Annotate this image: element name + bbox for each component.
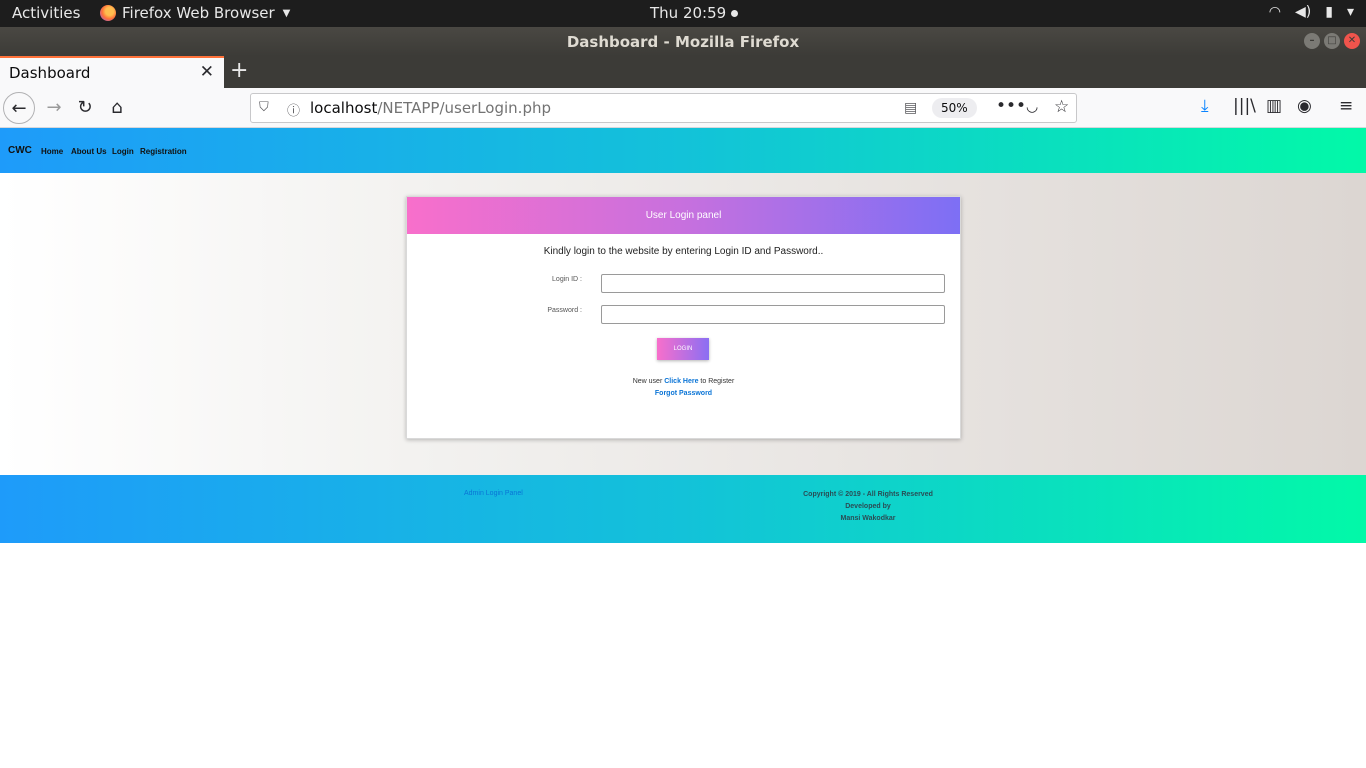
minimize-button[interactable]: – [1304,33,1320,49]
nav-link-login[interactable]: Login [112,147,134,156]
activities-button[interactable]: Activities [12,4,80,22]
page-actions-icon[interactable]: ••• [996,96,1026,116]
back-button[interactable]: ← [3,92,35,124]
navigation-toolbar: ← → ↻ ⌂ ⛉ ⓘ localhost/NETAPP/userLogin.p… [0,88,1366,128]
developer-name: Mansi Wakodkar [840,515,896,522]
window-title-bar: Dashboard - Mozilla Firefox – □ ✕ [0,27,1366,56]
bookmark-star-icon[interactable]: ☆ [1054,97,1069,117]
register-suffix: to Register [698,378,735,385]
wifi-icon: ◠ [1268,4,1282,20]
close-tab-icon[interactable]: ✕ [200,62,214,82]
web-page: CWC Home About Us Login Registration Use… [0,128,1366,768]
new-tab-button[interactable]: + [230,58,248,83]
pocket-icon[interactable]: ◡ [1026,99,1038,115]
account-icon[interactable]: ◉ [1297,96,1312,116]
site-info-icon[interactable]: ⓘ [287,100,300,119]
register-prompt: New user Click Here to Register [407,378,960,385]
admin-login-link[interactable]: Admin Login Panel [464,490,523,497]
chevron-down-icon: ▾ [1346,4,1354,20]
tab-strip: Dashboard ✕ + [0,56,1366,88]
login-id-label: Login ID : [552,276,582,283]
reader-view-icon[interactable]: ▤ [904,100,917,116]
app-menu-label: Firefox Web Browser [122,4,275,22]
forward-button[interactable]: → [38,92,70,124]
footer-credits: Copyright © 2019 - All Rights Reserved D… [768,489,968,525]
system-tray[interactable]: ◠ ◀) ▮ ▾ [1269,4,1354,20]
close-window-button[interactable]: ✕ [1344,33,1360,49]
nav-link-about-us[interactable]: About Us [71,147,107,156]
login-id-input[interactable] [601,274,945,293]
login-panel-header: User Login panel [407,197,960,234]
site-header-nav: CWC Home About Us Login Registration [0,128,1366,173]
login-instructions: Kindly login to the website by entering … [543,246,824,257]
login-panel: User Login panel Kindly login to the web… [406,196,961,439]
register-prefix: New user [632,378,665,385]
nav-link-registration[interactable]: Registration [140,147,187,156]
app-menu[interactable]: Firefox Web Browser ▼ [100,4,290,22]
site-brand[interactable]: CWC [8,145,32,156]
window-title: Dashboard - Mozilla Firefox [566,33,800,51]
developed-by-text: Developed by [845,503,891,510]
battery-icon: ▮ [1325,4,1333,20]
url-text[interactable]: localhost/NETAPP/userLogin.php [310,99,551,117]
notification-dot-icon [731,10,739,17]
url-bar[interactable]: ⛉ ⓘ localhost/NETAPP/userLogin.php ▤ 50%… [250,93,1077,123]
copyright-text: Copyright © 2019 - All Rights Reserved [803,491,933,498]
system-top-bar: Activities Firefox Web Browser ▼ Thu 20:… [0,0,1366,27]
window-controls: – □ ✕ [1304,33,1360,49]
volume-icon: ◀) [1295,4,1312,20]
tab-title: Dashboard [9,64,91,82]
reload-button[interactable]: ↻ [69,92,101,124]
forgot-password-link[interactable]: Forgot Password [407,390,960,397]
login-button[interactable]: LOGIN [657,338,709,360]
firefox-icon [100,5,116,21]
menu-icon[interactable]: ≡ [1339,96,1353,116]
register-link[interactable]: Click Here [664,378,698,385]
clock-label: Thu 20:59 [650,4,727,22]
url-path: /NETAPP/userLogin.php [377,99,552,117]
maximize-button[interactable]: □ [1324,33,1340,49]
zoom-level-button[interactable]: 50% [932,98,977,118]
url-host: localhost [310,99,378,117]
shield-icon[interactable]: ⛉ [259,100,269,115]
password-label: Password : [547,307,582,314]
tab-dashboard[interactable]: Dashboard ✕ [0,56,224,88]
chevron-down-icon: ▼ [282,7,291,19]
site-footer: Admin Login Panel Copyright © 2019 - All… [0,475,1366,543]
sidebar-icon[interactable]: ▥ [1266,96,1282,116]
nav-link-home[interactable]: Home [41,147,63,156]
home-button[interactable]: ⌂ [101,92,133,124]
clock[interactable]: Thu 20:59 [650,4,739,22]
password-input[interactable] [601,305,945,324]
downloads-icon[interactable]: ⤓ [1201,96,1209,116]
library-icon[interactable]: |||\ [1233,96,1256,116]
